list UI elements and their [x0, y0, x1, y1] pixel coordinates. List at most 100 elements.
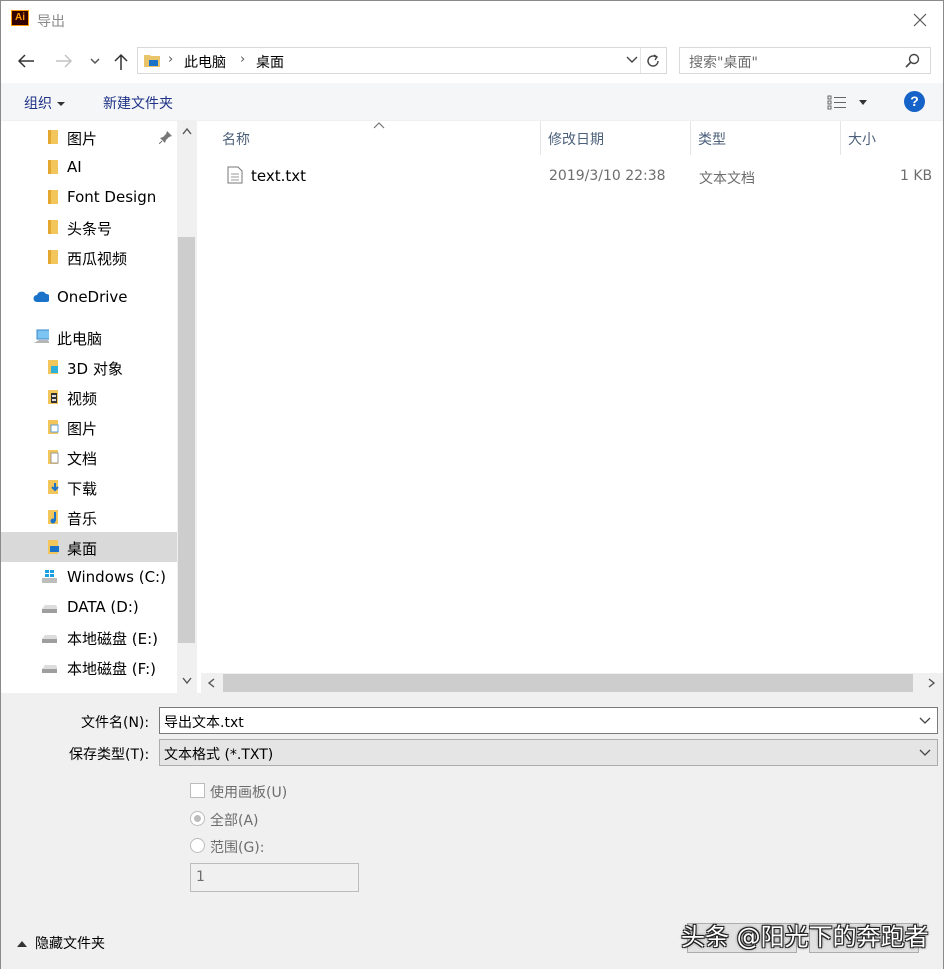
address-separator: ›	[240, 52, 246, 67]
up-button[interactable]	[109, 49, 133, 73]
column-header-modified[interactable]: 修改日期	[541, 121, 691, 155]
caret-down-icon	[57, 102, 65, 106]
save-options-panel: 文件名(N): 导出文本.txt 保存类型(T): 文本格式 (*.TXT) 使…	[1, 693, 943, 969]
windows-drive-icon	[42, 570, 57, 583]
view-details-icon[interactable]	[827, 94, 847, 110]
caret-up-icon	[17, 941, 27, 947]
documents-folder-icon	[48, 450, 59, 464]
file-list-horizontal-scrollbar[interactable]	[201, 673, 943, 693]
close-button[interactable]	[905, 7, 935, 33]
search-icon[interactable]	[905, 53, 921, 69]
nav-item-music[interactable]: 音乐	[1, 502, 177, 532]
desktop-folder-icon	[48, 540, 59, 554]
nav-item-documents[interactable]: 文档	[1, 442, 177, 472]
nav-item-this-pc[interactable]: 此电脑	[1, 322, 177, 352]
nav-item-toutiao[interactable]: 头条号	[1, 212, 177, 242]
folder-icon	[48, 130, 58, 144]
cloud-icon	[33, 291, 49, 302]
folder-icon	[48, 160, 58, 174]
column-header-type[interactable]: 类型	[691, 121, 841, 155]
column-header-name[interactable]: 名称	[215, 121, 541, 155]
column-header-size[interactable]: 大小	[841, 121, 941, 155]
file-row[interactable]: text.txt 2019/3/10 22:38 文本文档 1 KB	[219, 161, 935, 191]
3d-objects-icon	[48, 360, 58, 374]
nav-item-ai[interactable]: AI	[1, 152, 177, 182]
recent-locations-button[interactable]	[85, 49, 109, 73]
pictures-folder-icon	[48, 420, 59, 434]
file-list: 名称 修改日期 类型 大小 text.txt 2019/3/10 22:38 文…	[197, 121, 943, 673]
filename-value: 导出文本.txt	[164, 715, 244, 731]
help-icon[interactable]: ?	[904, 91, 925, 112]
watermark-text: 头条 @阳光下的奔跑者	[681, 923, 929, 951]
nav-pane-scroll-thumb[interactable]	[178, 237, 195, 643]
nav-item-videos[interactable]: 视频	[1, 382, 177, 412]
file-size: 1 KB	[900, 168, 933, 184]
scroll-right-icon[interactable]	[928, 678, 936, 688]
scroll-left-icon[interactable]	[207, 678, 215, 688]
folder-icon	[48, 220, 58, 234]
address-separator: ›	[168, 52, 174, 67]
new-folder-button[interactable]: 新建文件夹	[103, 93, 173, 113]
nav-item-onedrive[interactable]: OneDrive	[1, 282, 177, 312]
arrow-right-icon	[56, 54, 73, 68]
view-options-caret-icon[interactable]	[859, 100, 867, 105]
file-list-scroll-thumb[interactable]	[223, 674, 913, 692]
text-file-icon	[227, 166, 243, 184]
filename-label: 文件名(N):	[81, 715, 150, 731]
hide-folders-toggle[interactable]: 隐藏文件夹	[17, 933, 105, 953]
file-name: text.txt	[251, 167, 307, 185]
scroll-down-icon[interactable]	[182, 677, 192, 685]
drive-icon	[42, 605, 57, 613]
nav-item-font-design[interactable]: Font Design	[1, 182, 177, 212]
file-type: 文本文档	[699, 171, 755, 187]
use-artboards-checkbox[interactable]	[190, 783, 205, 798]
nav-item-downloads[interactable]: 下载	[1, 472, 177, 502]
forward-button[interactable]	[51, 49, 75, 73]
illustrator-app-icon: Ai	[11, 10, 29, 26]
filename-input[interactable]: 导出文本.txt	[159, 707, 938, 734]
music-folder-icon	[48, 510, 58, 524]
address-segment-this-pc[interactable]: 此电脑	[184, 52, 226, 72]
pin-icon[interactable]	[159, 130, 173, 144]
chevron-down-icon[interactable]	[919, 716, 931, 726]
refresh-icon[interactable]	[644, 52, 662, 70]
folder-icon	[48, 190, 58, 204]
desktop-folder-icon	[144, 55, 160, 67]
filetype-select[interactable]: 文本格式 (*.TXT)	[159, 739, 938, 766]
video-folder-icon	[48, 390, 58, 404]
navigation-bar: › 此电脑 › 桌面 搜索"桌面"	[1, 39, 943, 83]
arrow-left-icon	[17, 54, 34, 68]
filetype-label: 保存类型(T):	[69, 747, 150, 763]
file-modified: 2019/3/10 22:38	[549, 168, 666, 184]
filetype-value: 文本格式 (*.TXT)	[164, 747, 274, 763]
nav-item-pictures[interactable]: 图片	[1, 412, 177, 442]
computer-icon	[34, 329, 49, 343]
title-bar: Ai 导出	[1, 1, 943, 39]
chevron-down-icon	[90, 58, 100, 65]
nav-item-data-d[interactable]: DATA (D:)	[1, 592, 177, 622]
nav-item-xigua-video[interactable]: 西瓜视频	[1, 242, 177, 272]
window-title: 导出	[37, 14, 65, 30]
chevron-down-icon[interactable]	[626, 53, 638, 67]
nav-pane-scrollbar[interactable]	[177, 121, 197, 693]
drive-icon	[42, 665, 57, 673]
all-artboards-radio[interactable]	[190, 811, 205, 826]
chevron-down-icon	[919, 749, 931, 756]
organize-button[interactable]: 组织	[24, 93, 65, 113]
nav-item-windows-c[interactable]: Windows (C:)	[1, 562, 177, 592]
nav-item-local-disk-f[interactable]: 本地磁盘 (F:)	[1, 652, 177, 682]
nav-item-3d-objects[interactable]: 3D 对象	[1, 352, 177, 382]
nav-item-pictures-quick[interactable]: 图片	[1, 122, 177, 152]
nav-item-desktop[interactable]: 桌面	[1, 532, 177, 562]
nav-item-local-disk-e[interactable]: 本地磁盘 (E:)	[1, 622, 177, 652]
search-input[interactable]: 搜索"桌面"	[679, 47, 931, 74]
address-segment-desktop[interactable]: 桌面	[256, 52, 284, 72]
arrow-up-icon	[114, 53, 128, 70]
range-radio[interactable]	[190, 838, 205, 853]
use-artboards-label: 使用画板(U)	[210, 785, 288, 801]
export-dialog: Ai 导出 › 此电脑 › 桌面 搜索"桌面" 组织 新建文件夹 ? 图片 AI…	[0, 0, 944, 969]
address-bar[interactable]: › 此电脑 › 桌面	[137, 47, 667, 74]
scroll-up-icon[interactable]	[182, 127, 192, 135]
range-input[interactable]: 1	[190, 863, 359, 892]
back-button[interactable]	[13, 49, 37, 73]
